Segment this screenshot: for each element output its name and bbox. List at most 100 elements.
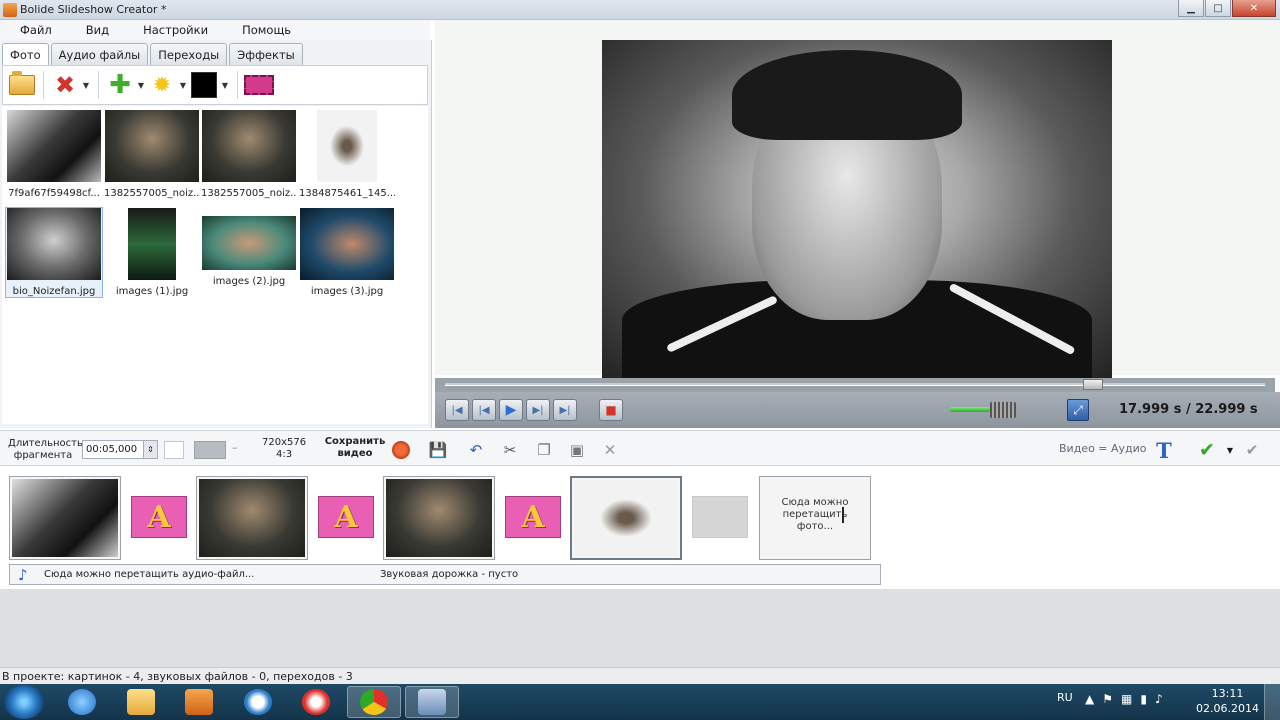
thumbnail[interactable]: images (3).jpg	[299, 208, 395, 297]
record-button[interactable]	[392, 441, 410, 459]
volume-icon[interactable]: ♪	[1155, 692, 1163, 706]
check-icon: ✔	[1199, 439, 1215, 461]
clock[interactable]: 13:11 02.06.2014	[1196, 686, 1259, 716]
folder-icon	[127, 689, 155, 715]
slideshow-button[interactable]	[244, 70, 274, 100]
go-start-button[interactable]: |◀	[445, 399, 469, 421]
power-icon[interactable]: ▮	[1140, 692, 1147, 706]
film-icon	[244, 75, 274, 95]
taskbar-app[interactable]	[231, 686, 285, 718]
delete-button[interactable]: ✖	[50, 70, 80, 100]
thumbnail[interactable]: images (2).jpg	[201, 208, 297, 287]
seek-thumb[interactable]	[1082, 379, 1103, 390]
audio-track[interactable]: ♪ Сюда можно перетащить аудио-файл... Зв…	[9, 564, 881, 585]
thumbnail-image	[128, 208, 176, 280]
language-indicator[interactable]: RU	[1057, 691, 1073, 704]
menu-file[interactable]: Файл	[0, 23, 66, 37]
taskbar-chrome[interactable]	[347, 686, 401, 718]
effect-button[interactable]: ✹	[147, 70, 177, 100]
taskbar-slideshow[interactable]	[405, 686, 459, 718]
open-folder-button[interactable]	[7, 70, 37, 100]
slide-frame[interactable]	[9, 476, 121, 560]
delete-dropdown-arrow[interactable]: ▼	[80, 81, 92, 90]
photo-drop-zone[interactable]: Сюда можно перетащить фото...	[759, 476, 871, 560]
audio-drop-hint: Сюда можно перетащить аудио-файл...	[44, 569, 255, 580]
transition-slot[interactable]: A	[318, 496, 374, 538]
next-button[interactable]: ▶|	[526, 399, 550, 421]
duration-spinner[interactable]: ⇕	[143, 441, 157, 458]
stop-button[interactable]: ■	[599, 399, 623, 421]
delete-icon: ✖	[54, 71, 76, 99]
media-panel: Фото Аудио файлы Переходы Эффекты ✖ ▼ ✚ …	[0, 40, 432, 428]
thumbnail[interactable]: 7f9af67f59498cf...	[6, 110, 102, 199]
cut-button[interactable]: ✂	[500, 440, 520, 460]
seek-bar[interactable]	[435, 378, 1275, 392]
flag-icon[interactable]: ⚑	[1102, 692, 1113, 706]
previous-button[interactable]: |◀	[472, 399, 496, 421]
tab-audio[interactable]: Аудио файлы	[50, 43, 149, 65]
slide-frame[interactable]	[196, 476, 308, 560]
menu-view[interactable]: Вид	[66, 23, 123, 37]
plus-icon: ✚	[109, 70, 131, 100]
taskbar-ie[interactable]	[55, 686, 109, 718]
network-icon[interactable]: ▦	[1121, 692, 1132, 706]
thumbnail[interactable]: 1384875461_145...	[299, 110, 395, 199]
apply-dropdown-arrow[interactable]: ▼	[1220, 440, 1240, 460]
color-swatch-icon	[191, 72, 217, 98]
aspect-value: 4:3	[276, 449, 293, 460]
maximize-button[interactable]: □	[1205, 0, 1231, 17]
save-video-label[interactable]: Сохранить видео	[324, 436, 386, 460]
taskbar-media[interactable]	[172, 686, 226, 718]
start-button[interactable]	[4, 685, 44, 719]
thumbnail-image	[7, 110, 101, 182]
tray-arrow-icon[interactable]: ▲	[1085, 692, 1094, 706]
finish-button[interactable]: ✔	[1242, 440, 1262, 460]
color-dropdown-arrow[interactable]: ▼	[219, 81, 231, 90]
thumbnail[interactable]: 1382557005_noiz...	[201, 110, 297, 199]
thumbnail[interactable]: 1382557005_noiz...	[104, 110, 200, 199]
minimize-button[interactable]: ▁	[1178, 0, 1204, 17]
fullscreen-button[interactable]: ⤢	[1067, 399, 1089, 421]
undo-button[interactable]: ↶	[466, 440, 486, 460]
media-toolbar: ✖ ▼ ✚ ▼ ✹ ▼ ▼	[2, 65, 428, 105]
duration-input[interactable]: 00:05,000 ⇕	[82, 440, 158, 459]
tab-photo[interactable]: Фото	[2, 43, 49, 66]
mouse-cursor	[842, 507, 854, 523]
add-dropdown-arrow[interactable]: ▼	[135, 81, 147, 90]
menu-help[interactable]: Помощь	[222, 23, 305, 37]
transition-slot-empty[interactable]	[692, 496, 748, 538]
video-audio-label[interactable]: Видео = Аудио	[1059, 442, 1147, 455]
tab-transitions[interactable]: Переходы	[150, 43, 228, 65]
volume-slider[interactable]	[950, 402, 1016, 418]
system-tray: ▲ ⚑ ▦ ▮ ♪	[1085, 692, 1163, 706]
grey-color-box[interactable]	[194, 441, 226, 459]
close-button[interactable]: ✕	[1232, 0, 1276, 17]
media-tabs: Фото Аудио файлы Переходы Эффекты	[2, 43, 303, 66]
transition-slot[interactable]: A	[131, 496, 187, 538]
tab-effects[interactable]: Эффекты	[229, 43, 303, 65]
go-end-button[interactable]: ▶|	[553, 399, 577, 421]
copy-icon: ❐	[537, 441, 551, 459]
thumbnail[interactable]: bio_Noizefan.jpg	[5, 207, 103, 298]
effect-dropdown-arrow[interactable]: ▼	[177, 81, 189, 90]
slide-frame-selected[interactable]	[570, 476, 682, 560]
taskbar-explorer[interactable]	[114, 686, 168, 718]
save-button[interactable]: 💾	[428, 440, 448, 460]
taskbar-yandex[interactable]	[289, 686, 343, 718]
time-display: 17.999 s / 22.999 s	[1119, 402, 1258, 417]
menu-settings[interactable]: Настройки	[123, 23, 222, 37]
show-desktop-button[interactable]	[1264, 684, 1280, 720]
thumbnail[interactable]: images (1).jpg	[104, 208, 200, 297]
slide-frame[interactable]	[383, 476, 495, 560]
background-color-button[interactable]	[189, 70, 219, 100]
color-box[interactable]	[164, 441, 184, 459]
paste-button[interactable]: ▣	[567, 440, 587, 460]
remove-button[interactable]: ✕	[600, 440, 620, 460]
add-button[interactable]: ✚	[105, 70, 135, 100]
apply-button[interactable]: ✔	[1197, 439, 1217, 461]
volume-knob[interactable]	[990, 402, 1016, 418]
play-button[interactable]: ▶	[499, 399, 523, 421]
text-button[interactable]: T	[1154, 438, 1174, 463]
transition-slot[interactable]: A	[505, 496, 561, 538]
copy-button[interactable]: ❐	[534, 440, 554, 460]
